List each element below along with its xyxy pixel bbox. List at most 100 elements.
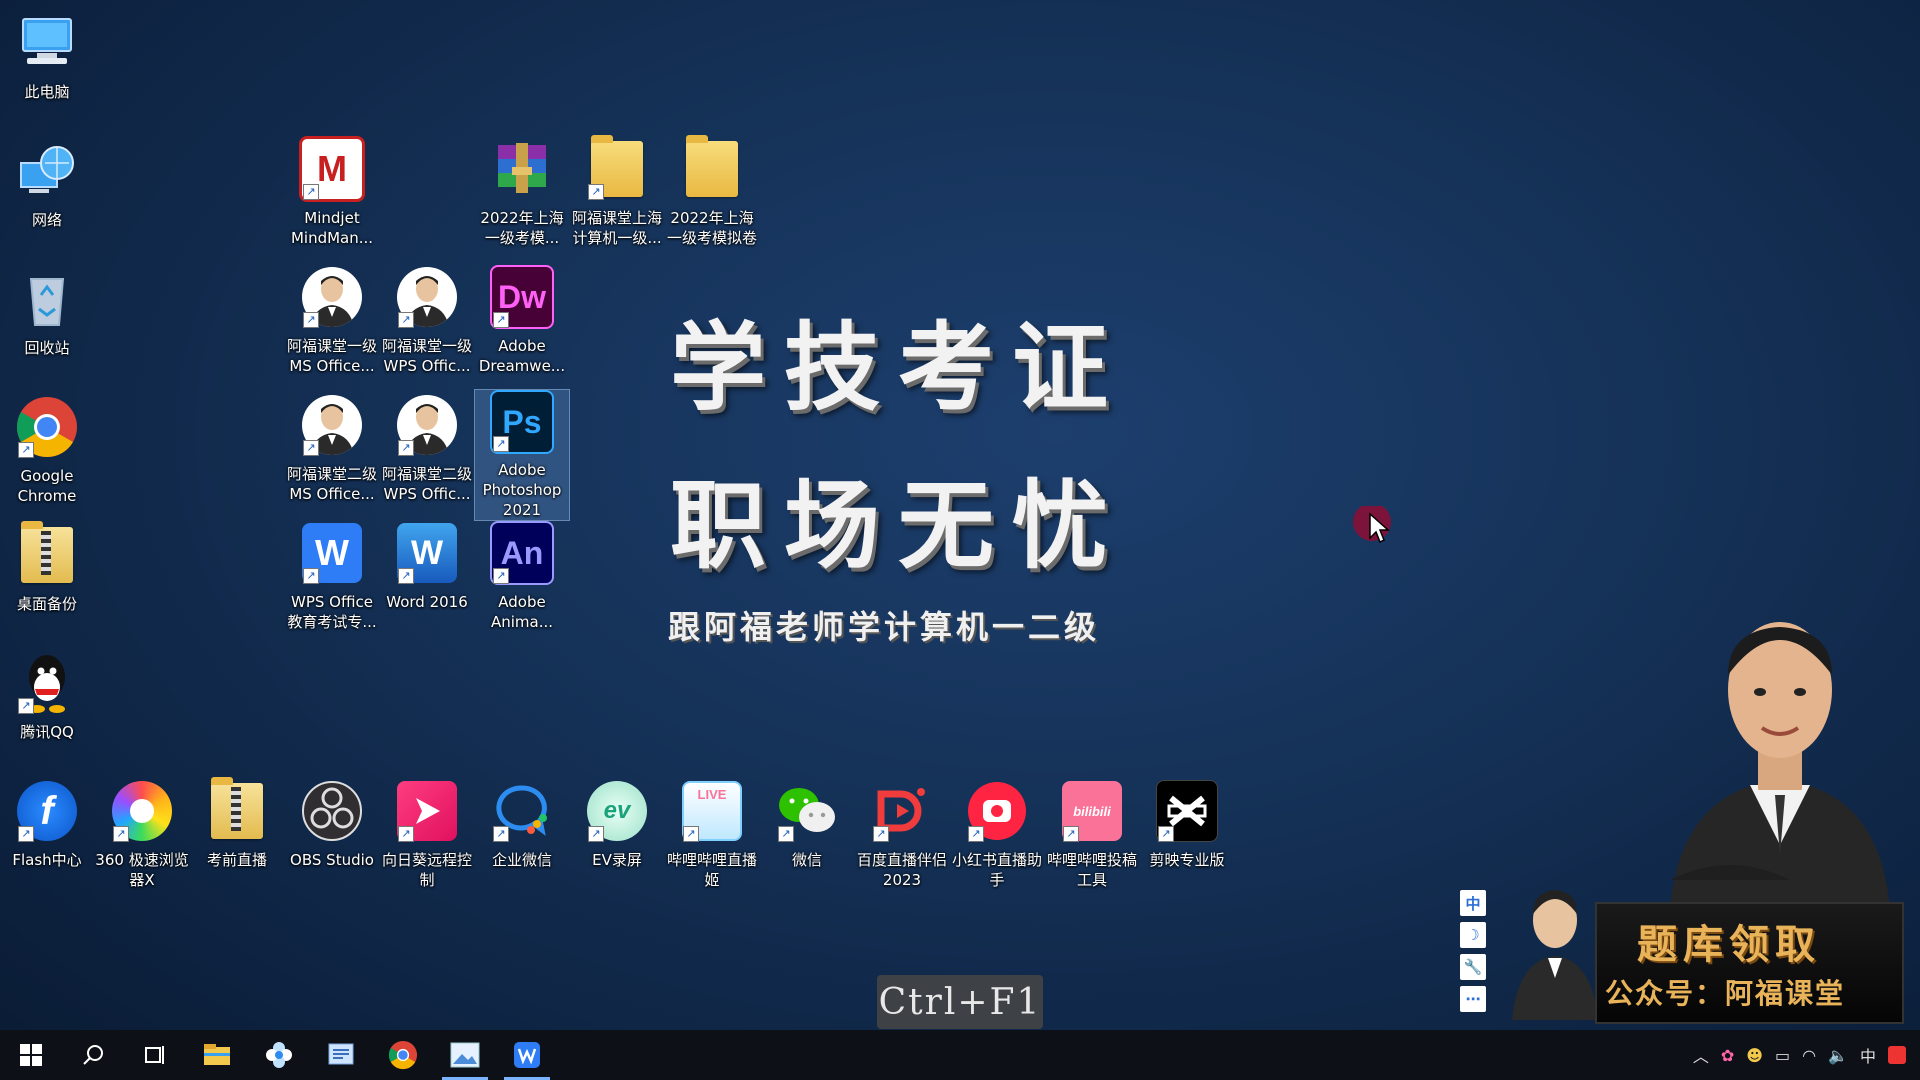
desktop-icon-label: 阿福课堂二级 WPS Offic... xyxy=(381,465,472,503)
tray-user-icon[interactable]: ☻ xyxy=(1746,1046,1763,1065)
ime-mode-button[interactable]: 中 xyxy=(1460,890,1486,916)
promo-title: 题库领取 xyxy=(1637,921,1821,968)
desktop-icon-dreamweaver[interactable]: Dw Adobe Dreamwe... xyxy=(475,264,569,376)
search-icon xyxy=(83,1045,103,1065)
zip-folder-icon xyxy=(204,777,270,844)
sunlogin-icon xyxy=(394,778,460,844)
taskbar: ︿ ✿ ☻ ▭ ◠ 🔈 中 xyxy=(0,1030,1920,1080)
presenter-photo xyxy=(1650,580,1910,910)
wps-icon: W xyxy=(299,520,365,586)
shortcut-arrow-icon xyxy=(113,826,129,842)
desktop-icon-obs-studio[interactable]: OBS Studio xyxy=(285,778,379,870)
obs-icon xyxy=(299,778,365,844)
desktop-icon-afu-level1-ms[interactable]: 阿福课堂一级 MS Office... xyxy=(285,264,379,376)
tray-sogou-icon[interactable] xyxy=(1888,1046,1906,1064)
shortcut-arrow-icon xyxy=(778,826,794,842)
shortcut-arrow-icon xyxy=(1158,826,1174,842)
desktop-icon-flash-center[interactable]: f Flash中心 xyxy=(0,778,94,870)
tray-volume-icon[interactable]: 🔈 xyxy=(1828,1046,1848,1065)
desktop-icon-mindjet[interactable]: M Mindjet MindMan... xyxy=(285,136,379,248)
shortcut-arrow-icon xyxy=(493,312,509,328)
shortcut-arrow-icon xyxy=(303,312,319,328)
desktop-icon-winrar-archive[interactable]: 2022年上海 一级考模... xyxy=(475,136,569,248)
desktop-icon-qq[interactable]: 腾讯QQ xyxy=(0,650,94,742)
desktop-icon-label: WPS Office 教育考试专... xyxy=(287,593,377,631)
desktop-icon-photoshop[interactable]: Ps Adobe Photoshop 2021 xyxy=(474,389,570,521)
tray-overflow-chevron-icon[interactable]: ︿ xyxy=(1693,1043,1709,1067)
ime-moon-button[interactable]: ☽ xyxy=(1460,922,1486,948)
file-explorer-icon xyxy=(204,1044,230,1065)
desktop-icon-afu-level2-wps[interactable]: 阿福课堂二级 WPS Offic... xyxy=(380,392,474,504)
desktop-icon-animate[interactable]: An Adobe Anima... xyxy=(475,520,569,632)
flash-icon: f xyxy=(14,778,80,844)
desktop-icon-bilibili-live[interactable]: LIVE 哔哩哔哩直播 姬 xyxy=(665,778,759,890)
wallpaper-headline-2: 职场无忧 xyxy=(670,469,1126,582)
shortcut-arrow-icon xyxy=(398,826,414,842)
desktop-icon-label: 此电脑 xyxy=(24,83,70,101)
promo-banner: 题库领取 公众号：阿福课堂 xyxy=(1595,902,1904,1024)
desktop-icon-baidu-live[interactable]: 百度直播伴侣 2023 xyxy=(855,778,949,890)
desktop-icon-label: Word 2016 xyxy=(386,593,468,611)
taskbar-document-app[interactable] xyxy=(310,1030,372,1080)
taskbar-flower-app[interactable] xyxy=(248,1030,310,1080)
desktop-icon-label: Mindjet MindMan... xyxy=(290,209,374,247)
taskbar-wps[interactable] xyxy=(496,1030,558,1080)
taskbar-photos-app[interactable] xyxy=(434,1030,496,1080)
shortcut-arrow-icon xyxy=(1063,826,1079,842)
desktop-icon-capcut[interactable]: 剪映专业版 xyxy=(1140,778,1234,870)
ime-more-button[interactable]: ⋯ xyxy=(1460,986,1486,1012)
taskbar-chrome[interactable] xyxy=(372,1030,434,1080)
desktop-icon-wecom[interactable]: 企业微信 xyxy=(475,778,569,870)
wallpaper-headline-1: 学技考证 xyxy=(670,311,1126,424)
desktop-icon-sunlogin[interactable]: 向日葵远程控 制 xyxy=(380,778,474,890)
desktop-icon-label: 百度直播伴侣 2023 xyxy=(856,851,947,889)
zip-folder-icon xyxy=(14,521,80,588)
desktop-icon-afu-level1-wps[interactable]: 阿福课堂一级 WPS Offic... xyxy=(380,264,474,376)
promo-avatar xyxy=(1510,880,1600,1020)
dreamweaver-icon: Dw xyxy=(489,264,555,330)
desktop-icon-desktop-backup[interactable]: 桌面备份 xyxy=(0,521,94,614)
desktop-icon-pre-exam-live[interactable]: 考前直播 xyxy=(190,777,284,870)
shortcut-arrow-icon xyxy=(968,826,984,842)
task-view-button[interactable] xyxy=(124,1030,186,1080)
ime-floating-toolbar: 中 ☽ 🔧 ⋯ xyxy=(1460,890,1486,1012)
desktop-icon-2022-mock-folder[interactable]: 2022年上海 一级考模拟卷 xyxy=(665,135,759,248)
desktop-icon-afu-level2-ms[interactable]: 阿福课堂二级 MS Office... xyxy=(285,392,379,504)
desktop-icon-360-browser[interactable]: 360 极速浏览 器X xyxy=(95,778,189,890)
desktop-icon-label: 哔哩哔哩直播 姬 xyxy=(666,851,757,889)
desktop-icon-network[interactable]: 网络 xyxy=(0,138,94,230)
ime-settings-button[interactable]: 🔧 xyxy=(1460,954,1486,980)
desktop-icon-ev-recorder[interactable]: ev EV录屏 xyxy=(570,778,664,870)
ev-recorder-icon: ev xyxy=(584,778,650,844)
bilibili-live-icon: LIVE xyxy=(679,778,745,844)
start-button[interactable] xyxy=(0,1030,62,1080)
desktop-icon-google-chrome[interactable]: Google Chrome xyxy=(0,394,94,506)
tray-battery-icon[interactable]: ▭ xyxy=(1775,1046,1790,1065)
desktop-icon-label: Google Chrome xyxy=(17,467,77,505)
desktop-icon-label: EV录屏 xyxy=(592,851,642,869)
taskbar-file-explorer[interactable] xyxy=(186,1030,248,1080)
desktop-icon-label: 微信 xyxy=(791,851,822,869)
desktop-icon-xiaohongshu-live[interactable]: 小红书直播助 手 xyxy=(950,778,1044,890)
photos-app-icon xyxy=(450,1042,480,1068)
desktop-icon-bilibili-upload[interactable]: bilibili 哔哩哔哩投稿 工具 xyxy=(1045,778,1139,890)
animate-icon: An xyxy=(489,520,555,586)
search-button[interactable] xyxy=(62,1030,124,1080)
shortcut-arrow-icon xyxy=(493,436,509,452)
desktop-icon-wechat[interactable]: 微信 xyxy=(760,778,854,870)
xiaohongshu-icon xyxy=(964,778,1030,844)
folder-icon xyxy=(679,135,745,202)
tray-ime-indicator[interactable]: 中 xyxy=(1860,1043,1876,1067)
shortcut-arrow-icon xyxy=(398,440,414,456)
tray-wifi-icon[interactable]: ◠ xyxy=(1802,1046,1816,1065)
desktop-icon-afu-shanghai-folder[interactable]: 阿福课堂上海 计算机一级... xyxy=(570,135,664,248)
desktop-icon-word-2016[interactable]: W Word 2016 xyxy=(380,520,474,612)
desktop-icon-label: 腾讯QQ xyxy=(20,723,74,741)
desktop-icon-label: 考前直播 xyxy=(206,851,267,869)
bilibili-upload-icon: bilibili xyxy=(1059,778,1125,844)
desktop-icon-this-pc[interactable]: 此电脑 xyxy=(0,10,94,102)
desktop-icon-wps-office[interactable]: W WPS Office 教育考试专... xyxy=(285,520,379,632)
desktop-icon-recycle-bin[interactable]: 回收站 xyxy=(0,266,94,358)
desktop-icon-label: 剪映专业版 xyxy=(1149,851,1225,869)
tray-flower-icon[interactable]: ✿ xyxy=(1721,1046,1734,1065)
